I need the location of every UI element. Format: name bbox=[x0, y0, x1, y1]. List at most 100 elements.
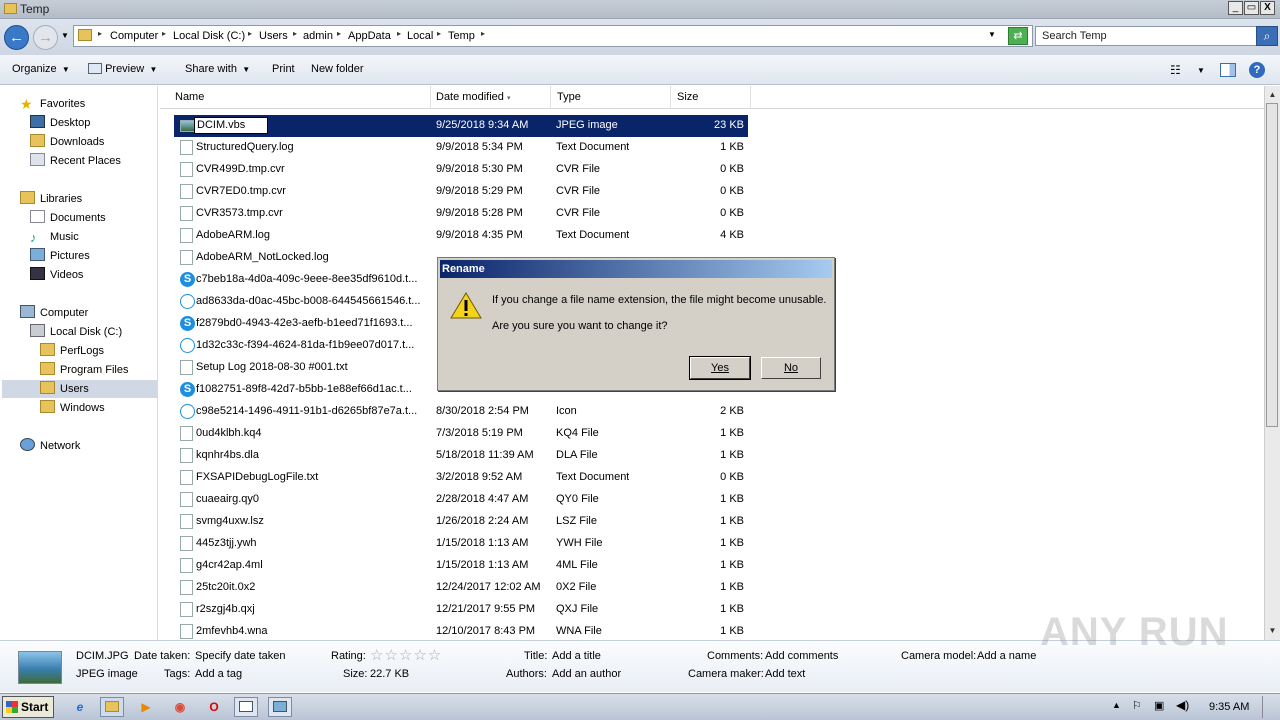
column-header-name[interactable]: Name bbox=[169, 86, 431, 109]
preview-pane-icon[interactable] bbox=[1220, 63, 1236, 77]
chevron-down-icon[interactable]: ▸ bbox=[337, 29, 341, 38]
file-row[interactable]: 25tc20it.0x2 12/24/2017 12:02 AM 0X2 File 1… bbox=[160, 577, 1264, 599]
scroll-down-icon[interactable]: ▼ bbox=[1265, 623, 1280, 639]
start-button[interactable]: Start bbox=[2, 696, 54, 718]
address-dropdown-icon[interactable]: ▼ bbox=[988, 30, 996, 39]
folder-icon bbox=[40, 400, 55, 413]
back-button[interactable]: ← bbox=[4, 25, 29, 50]
authors-value[interactable]: Add an author bbox=[552, 668, 621, 680]
close-button[interactable]: X bbox=[1260, 1, 1275, 15]
chevron-right-icon[interactable]: ▸ bbox=[98, 29, 102, 38]
print-button[interactable]: Print bbox=[272, 63, 295, 75]
share-with-button[interactable]: Share with ▼ bbox=[185, 63, 250, 75]
column-header-date-modified[interactable]: Date modified ▾ bbox=[430, 86, 551, 109]
sidebar-item-recent-places[interactable]: Recent Places bbox=[30, 152, 121, 170]
sidebar-item-documents[interactable]: Documents bbox=[30, 209, 106, 227]
rating-stars[interactable]: ☆☆☆☆☆ bbox=[370, 646, 442, 664]
search-icon[interactable]: ⌕ bbox=[1256, 26, 1278, 46]
breadcrumb-computer[interactable]: Computer bbox=[110, 30, 158, 42]
scrollbar-thumb[interactable] bbox=[1266, 103, 1278, 427]
file-row[interactable]: kqnhr4bs.dla 5/18/2018 11:39 AM DLA File 1 … bbox=[160, 445, 1264, 467]
app-window-taskbar-button[interactable] bbox=[234, 697, 258, 717]
chevron-down-icon[interactable]: ▼ bbox=[1197, 66, 1205, 75]
camera-model-value[interactable]: Add a name bbox=[977, 650, 1036, 662]
chevron-down-icon[interactable]: ▸ bbox=[162, 29, 166, 38]
chevron-down-icon[interactable]: ▸ bbox=[248, 29, 252, 38]
chevron-down-icon[interactable]: ▸ bbox=[437, 29, 441, 38]
breadcrumb-temp[interactable]: Temp bbox=[448, 30, 475, 42]
title-value[interactable]: Add a title bbox=[552, 650, 601, 662]
explorer-taskbar-button[interactable] bbox=[100, 697, 124, 717]
sidebar-item-local-disk[interactable]: Local Disk (C:) bbox=[30, 323, 122, 341]
file-row[interactable]: FXSAPIDebugLogFile.txt 3/2/2018 9:52 AM Te… bbox=[160, 467, 1264, 489]
file-row-selected[interactable]: DCIM.vbs 9/25/2018 9:34 AM JPEG image 23 KB bbox=[160, 115, 1264, 137]
sidebar-item-desktop[interactable]: Desktop bbox=[30, 114, 90, 132]
chrome-icon[interactable]: ◉ bbox=[168, 697, 192, 717]
refresh-icon[interactable]: ⇄ bbox=[1008, 27, 1028, 45]
action-center-flag-icon[interactable]: ⚐ bbox=[1132, 699, 1142, 712]
sidebar-item-computer[interactable]: Computer bbox=[20, 304, 88, 322]
file-row[interactable]: svmg4uxw.lsz 1/26/2018 2:24 AM LSZ File 1 K… bbox=[160, 511, 1264, 533]
sidebar-item-videos[interactable]: Videos bbox=[30, 266, 83, 284]
clock[interactable]: 9:35 AM bbox=[1209, 701, 1249, 713]
file-row[interactable]: StructuredQuery.log 9/9/2018 5:34 PM Text … bbox=[160, 137, 1264, 159]
sidebar-item-users[interactable]: Users bbox=[40, 380, 89, 398]
rename-input[interactable]: DCIM.vbs bbox=[194, 117, 268, 134]
file-row[interactable]: c98e5214-1496-4911-91b1-d6265bf87e7a.t..… bbox=[160, 401, 1264, 423]
chevron-down-icon[interactable]: ▸ bbox=[481, 29, 485, 38]
yes-button[interactable]: Yes bbox=[689, 356, 751, 380]
downloads-icon bbox=[30, 134, 45, 147]
recent-pages-chevron-icon[interactable]: ▼ bbox=[61, 31, 69, 40]
search-input[interactable]: Search Temp bbox=[1035, 26, 1257, 46]
chevron-down-icon[interactable]: ▸ bbox=[397, 29, 401, 38]
internet-explorer-icon[interactable]: e bbox=[68, 697, 92, 717]
sidebar-item-libraries[interactable]: Libraries bbox=[20, 190, 82, 208]
file-row[interactable]: 0ud4klbh.kq4 7/3/2018 5:19 PM KQ4 File 1 KB bbox=[160, 423, 1264, 445]
scroll-up-icon[interactable]: ▲ bbox=[1265, 87, 1280, 103]
no-button[interactable]: No bbox=[761, 357, 821, 379]
file-row[interactable]: g4cr42ap.4ml 1/15/2018 1:13 AM 4ML File 1 K… bbox=[160, 555, 1264, 577]
volume-icon[interactable]: ◀) bbox=[1176, 698, 1189, 712]
column-header-size[interactable]: Size bbox=[671, 86, 751, 109]
new-folder-button[interactable]: New folder bbox=[311, 63, 364, 75]
sidebar-item-perflogs[interactable]: PerfLogs bbox=[40, 342, 104, 360]
file-row[interactable]: CVR7ED0.tmp.cvr 9/9/2018 5:29 PM CVR File 0… bbox=[160, 181, 1264, 203]
camera-maker-value[interactable]: Add text bbox=[765, 668, 805, 680]
file-row[interactable]: cuaeairg.qy0 2/28/2018 4:47 AM QY0 File 1 K… bbox=[160, 489, 1264, 511]
view-options-icon[interactable]: ☷ bbox=[1170, 63, 1181, 77]
tags-value[interactable]: Add a tag bbox=[195, 668, 242, 680]
address-bar[interactable]: ▸ Computer ▸ Local Disk (C:) ▸ Users ▸ a… bbox=[73, 25, 1033, 47]
media-player-icon[interactable]: ▶ bbox=[134, 697, 158, 717]
preview-button[interactable]: Preview ▼ bbox=[88, 63, 157, 75]
date-taken-value[interactable]: Specify date taken bbox=[195, 650, 286, 662]
opera-icon[interactable]: O bbox=[202, 697, 226, 717]
sidebar-item-pictures[interactable]: Pictures bbox=[30, 247, 90, 265]
image-viewer-taskbar-button[interactable] bbox=[268, 697, 292, 717]
sidebar-item-windows[interactable]: Windows bbox=[40, 399, 105, 417]
file-row[interactable]: CVR3573.tmp.cvr 9/9/2018 5:28 PM CVR File 0… bbox=[160, 203, 1264, 225]
breadcrumb-local[interactable]: Local bbox=[407, 30, 433, 42]
file-row[interactable]: CVR499D.tmp.cvr 9/9/2018 5:30 PM CVR File 0… bbox=[160, 159, 1264, 181]
organize-button[interactable]: Organize ▼ bbox=[12, 63, 70, 75]
network-tray-icon[interactable]: ▣ bbox=[1154, 699, 1164, 712]
breadcrumb-admin[interactable]: admin bbox=[303, 30, 333, 42]
sidebar-item-network[interactable]: Network bbox=[20, 437, 80, 455]
forward-button[interactable]: → bbox=[33, 25, 58, 50]
file-row[interactable]: 445z3tjj.ywh 1/15/2018 1:13 AM YWH File 1 K… bbox=[160, 533, 1264, 555]
show-hidden-icons-icon[interactable]: ▲ bbox=[1112, 700, 1121, 710]
breadcrumb-appdata[interactable]: AppData bbox=[348, 30, 391, 42]
sidebar-item-music[interactable]: ♪ Music bbox=[30, 228, 79, 246]
chevron-down-icon[interactable]: ▸ bbox=[293, 29, 297, 38]
column-header-type[interactable]: Type bbox=[551, 86, 671, 109]
help-icon[interactable]: ? bbox=[1249, 62, 1265, 78]
sidebar-item-favorites[interactable]: ★ Favorites bbox=[20, 95, 85, 113]
sidebar-item-program-files[interactable]: Program Files bbox=[40, 361, 128, 379]
minimize-button[interactable]: _ bbox=[1228, 1, 1243, 15]
breadcrumb-users[interactable]: Users bbox=[259, 30, 288, 42]
file-row[interactable]: AdobeARM.log 9/9/2018 4:35 PM Text Documen… bbox=[160, 225, 1264, 247]
breadcrumb-local-disk[interactable]: Local Disk (C:) bbox=[173, 30, 245, 42]
show-desktop-button[interactable] bbox=[1262, 696, 1278, 718]
sidebar-item-downloads[interactable]: Downloads bbox=[30, 133, 104, 151]
maximize-button[interactable]: ▭ bbox=[1244, 1, 1259, 15]
comments-value[interactable]: Add comments bbox=[765, 650, 838, 662]
